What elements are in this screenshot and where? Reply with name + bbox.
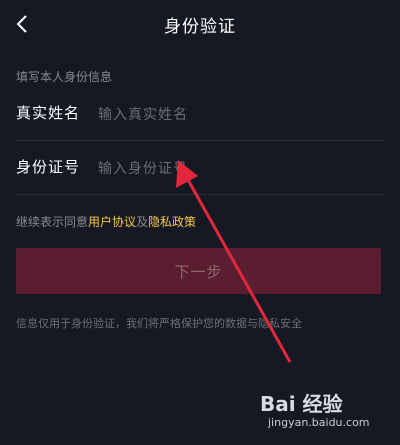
baidu-jingyan-watermark: Bai 经验 jingyan.baidu.com — [260, 388, 370, 440]
header-bar: 身份验证 — [0, 0, 400, 50]
page-title: 身份验证 — [164, 17, 236, 37]
section-title: 填写本人身份信息 — [16, 70, 113, 84]
agreement-prefix: 继续表示同意 — [16, 215, 89, 229]
next-button[interactable]: 下一步 — [16, 248, 381, 294]
privacy-policy-link[interactable]: 隐私政策 — [148, 215, 196, 229]
watermark-logo: Bai 经验 — [260, 392, 343, 416]
name-input[interactable] — [96, 96, 380, 134]
agreement-text: 继续表示同意用户协议及隐私政策 — [16, 213, 196, 230]
privacy-note: 信息仅用于身份验证，我们将严格保护您的数据与隐私安全 — [16, 317, 302, 330]
id-input[interactable] — [96, 150, 380, 188]
watermark-site: jingyan.baidu.com — [268, 416, 370, 429]
id-label: 身份证号 — [16, 158, 81, 176]
user-agreement-link[interactable]: 用户协议 — [88, 215, 136, 229]
id-field-row: 身份证号 — [16, 142, 384, 195]
name-field-row: 真实姓名 — [16, 88, 384, 141]
name-label: 真实姓名 — [16, 104, 81, 122]
agreement-conjunction: 及 — [136, 215, 149, 229]
